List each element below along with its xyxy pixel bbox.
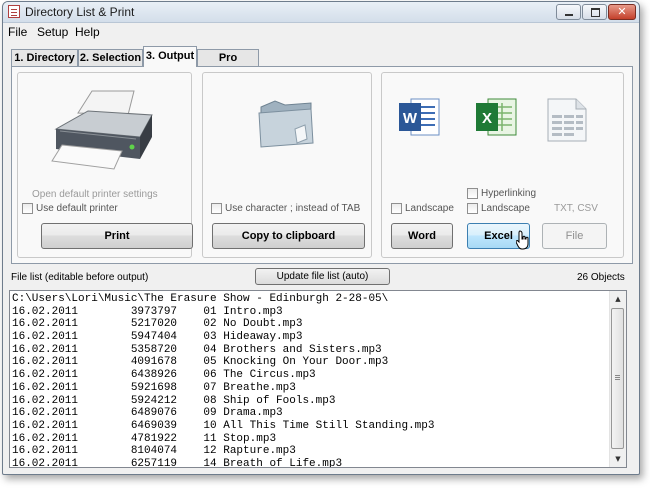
update-file-list-button[interactable]: Update file list (auto) [255, 268, 390, 285]
window-title: Directory List & Print [25, 5, 135, 19]
word-icon: W [399, 98, 440, 136]
word-landscape-label: Landscape [405, 203, 454, 214]
menu-help[interactable]: Help [75, 25, 100, 39]
svg-text:W: W [403, 110, 418, 127]
maximize-button[interactable] [582, 4, 607, 20]
use-character-checkbox[interactable] [211, 203, 222, 214]
scroll-thumb[interactable] [611, 308, 624, 449]
copy-to-clipboard-button[interactable]: Copy to clipboard [212, 223, 365, 249]
excel-landscape-label: Landscape [481, 203, 530, 214]
open-printer-settings-link[interactable]: Open default printer settings [32, 189, 158, 200]
menu-file[interactable]: File [8, 25, 27, 39]
vertical-scrollbar[interactable]: ▲ ▼ [609, 291, 626, 467]
excel-landscape-checkbox[interactable] [467, 203, 478, 214]
file-list-line[interactable]: 16.02.2011 6489076 09 Drama.mp3 [12, 407, 610, 420]
excel-hyperlinking-checkbox[interactable] [467, 188, 478, 199]
minimize-button[interactable] [556, 4, 581, 20]
txt-csv-label: TXT, CSV [554, 203, 598, 214]
file-list-line[interactable]: 16.02.2011 5358720 04 Brothers and Siste… [12, 344, 610, 357]
file-list-line[interactable]: 16.02.2011 4781922 11 Stop.mp3 [12, 433, 610, 446]
file-list-textbox[interactable]: C:\Users\Lori\Music\The Erasure Show - E… [9, 290, 627, 468]
object-count: 26 Objects [577, 272, 625, 283]
hand-cursor-icon [516, 230, 529, 250]
export-group: W X Landscape Hyperlinking Landscape TXT… [381, 72, 624, 258]
print-group: Open default printer settings Use defaul… [17, 72, 193, 258]
file-list-content[interactable]: C:\Users\Lori\Music\The Erasure Show - E… [12, 293, 610, 467]
tab-pro-licence[interactable]: Pro Licence [197, 49, 259, 80]
print-button[interactable]: Print [41, 223, 193, 249]
title-bar[interactable]: Directory List & Print [3, 2, 639, 23]
file-list-line[interactable]: 16.02.2011 5924212 08 Ship of Fools.mp3 [12, 395, 610, 408]
scroll-down-icon[interactable]: ▼ [610, 451, 626, 467]
file-button[interactable]: File [542, 223, 607, 249]
menu-bar: File Setup Help [3, 23, 639, 40]
text-file-icon [547, 98, 587, 142]
tab-output[interactable]: 3. Output [143, 46, 197, 67]
file-list-line[interactable]: 16.02.2011 4091678 05 Knocking On Your D… [12, 356, 610, 369]
file-list-line[interactable]: C:\Users\Lori\Music\The Erasure Show - E… [12, 293, 610, 306]
app-list-icon[interactable] [8, 5, 20, 18]
svg-text:X: X [482, 110, 492, 127]
excel-icon: X [476, 98, 517, 136]
folder-icon [258, 100, 314, 148]
file-list-line[interactable]: 16.02.2011 5921698 07 Breathe.mp3 [12, 382, 610, 395]
scroll-up-icon[interactable]: ▲ [610, 291, 626, 307]
file-list-line[interactable]: 16.02.2011 5217020 02 No Doubt.mp3 [12, 318, 610, 331]
excel-hyperlinking-label: Hyperlinking [481, 188, 537, 199]
tab-selection[interactable]: 2. Selection [78, 49, 143, 66]
file-list-line[interactable]: 16.02.2011 5947404 03 Hideaway.mp3 [12, 331, 610, 344]
use-default-printer-checkbox[interactable] [22, 203, 33, 214]
printer-icon [51, 90, 153, 170]
file-list-line[interactable]: 16.02.2011 6438926 06 The Circus.mp3 [12, 369, 610, 382]
tab-directory[interactable]: 1. Directory [11, 49, 78, 66]
file-list-line[interactable]: 16.02.2011 6469039 10 All This Time Stil… [12, 420, 610, 433]
output-panel: Open default printer settings Use defaul… [11, 66, 633, 264]
menu-setup[interactable]: Setup [37, 25, 68, 39]
word-landscape-checkbox[interactable] [391, 203, 402, 214]
use-character-label: Use character ; instead of TAB [225, 203, 361, 214]
word-button[interactable]: Word [391, 223, 453, 249]
file-list-line[interactable]: 16.02.2011 6257119 14 Breath of Life.mp3 [12, 458, 610, 467]
file-list-label: File list (editable before output) [11, 272, 149, 283]
clipboard-group: Use character ; instead of TAB Copy to c… [202, 72, 372, 258]
file-list-line[interactable]: 16.02.2011 3973797 01 Intro.mp3 [12, 306, 610, 319]
file-list-line[interactable]: 16.02.2011 8104074 12 Rapture.mp3 [12, 445, 610, 458]
app-window: Directory List & Print File Setup Help 1… [2, 1, 640, 475]
close-button[interactable] [608, 4, 636, 20]
use-default-printer-label: Use default printer [36, 203, 118, 214]
